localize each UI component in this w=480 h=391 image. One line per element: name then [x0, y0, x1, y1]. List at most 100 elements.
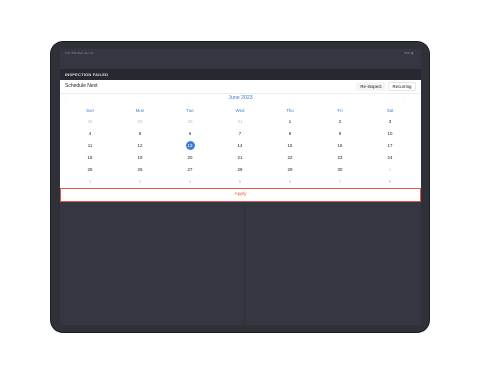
calendar-day-label: 3 [388, 119, 392, 124]
calendar-day-label: 27 [187, 167, 193, 172]
calendar-day[interactable]: 8 [370, 176, 410, 187]
calendar-day[interactable]: 13 [170, 140, 210, 151]
calendar-day-label: 1 [288, 119, 292, 124]
calendar-day-label: 8 [388, 179, 392, 184]
status-right: 56% ▮ [404, 51, 414, 55]
calendar-day[interactable]: 1 [270, 116, 310, 127]
calendar-day-label: 1 [388, 167, 392, 172]
calendar-day[interactable]: 2 [320, 116, 360, 127]
weekday-thu: Thu [286, 108, 294, 113]
calendar-day[interactable]: 27 [170, 164, 210, 175]
calendar-day[interactable]: 22 [270, 152, 310, 163]
calendar-day[interactable]: 30 [320, 164, 360, 175]
weekday-header: Sun Mon Tue Wed Thu Fri Sat [60, 105, 421, 116]
calendar-day[interactable]: 28 [70, 116, 110, 127]
reinspect-button[interactable]: Re-Inspect [356, 82, 386, 91]
calendar-day-label: 26 [137, 167, 143, 172]
calendar-day-label: 25 [87, 167, 93, 172]
calendar-day-label: 21 [237, 155, 243, 160]
calendar-day-label: 17 [387, 143, 393, 148]
calendar-day[interactable]: 17 [370, 140, 410, 151]
weekday-fri: Fri [337, 108, 343, 113]
calendar-day[interactable]: 16 [320, 140, 360, 151]
calendar-day[interactable]: 2 [70, 176, 110, 187]
calendar-day-label: 5 [238, 179, 242, 184]
calendar-day[interactable]: 25 [70, 164, 110, 175]
calendar-day[interactable]: 5 [220, 176, 260, 187]
calendar-day-label: 4 [88, 131, 92, 136]
calendar-day[interactable]: 28 [220, 164, 260, 175]
calendar-day[interactable]: 26 [120, 164, 160, 175]
calendar-week-row: 28 29 30 31 1 2 3 [60, 116, 421, 127]
calendar-day[interactable]: 19 [120, 152, 160, 163]
calendar-week-row: 18 19 20 21 22 23 24 [60, 152, 421, 163]
calendar-day[interactable]: 5 [120, 128, 160, 139]
schedule-toolbar: Schedule Next Re-Inspect Recurring [60, 80, 421, 94]
calendar-day-label: 24 [387, 155, 393, 160]
calendar-day[interactable]: 30 [170, 116, 210, 127]
calendar-day[interactable]: 20 [170, 152, 210, 163]
calendar-day[interactable]: 10 [370, 128, 410, 139]
calendar-day-label: 5 [138, 131, 142, 136]
apply-button[interactable]: Apply [60, 188, 421, 202]
weekday-sat: Sat [386, 108, 394, 113]
calendar-day-label: 3 [138, 179, 142, 184]
split-view-divider [244, 202, 245, 325]
calendar: ‹ June 2023 › Sun Mon Tue Wed Thu Fri Sa… [60, 94, 421, 187]
calendar-day[interactable]: 29 [120, 116, 160, 127]
calendar-day-label: 16 [337, 143, 343, 148]
calendar-day[interactable]: 21 [220, 152, 260, 163]
calendar-day-label: 30 [337, 167, 343, 172]
calendar-day-label: 7 [238, 131, 242, 136]
schedule-next-title: Schedule Next [65, 83, 98, 89]
calendar-day[interactable]: 7 [220, 128, 260, 139]
calendar-day-label: 31 [237, 119, 243, 124]
calendar-day-label: 18 [87, 155, 93, 160]
schedule-next-panel: Schedule Next Re-Inspect Recurring ‹ Jun… [60, 80, 421, 202]
calendar-day-label: 22 [287, 155, 293, 160]
calendar-day[interactable]: 3 [370, 116, 410, 127]
calendar-day[interactable]: 6 [270, 176, 310, 187]
calendar-day-label: 29 [287, 167, 293, 172]
calendar-day-label: 8 [288, 131, 292, 136]
calendar-day[interactable]: 15 [270, 140, 310, 151]
recurring-button[interactable]: Recurring [388, 82, 416, 91]
calendar-day[interactable]: 31 [220, 116, 260, 127]
calendar-day-label: 15 [287, 143, 293, 148]
calendar-day-label: 11 [87, 143, 93, 148]
calendar-day[interactable]: 7 [320, 176, 360, 187]
calendar-day[interactable]: 6 [170, 128, 210, 139]
calendar-day[interactable]: 11 [70, 140, 110, 151]
calendar-day-label: 6 [288, 179, 292, 184]
weekday-sun: Sun [86, 108, 94, 113]
chevron-right-icon[interactable]: › [403, 96, 404, 101]
calendar-day-label: 28 [237, 167, 243, 172]
calendar-day[interactable]: 14 [220, 140, 260, 151]
calendar-day[interactable]: 18 [70, 152, 110, 163]
calendar-day-label: 6 [188, 131, 192, 136]
status-left: 3:37 PM Wed Jun 13 [65, 51, 93, 55]
calendar-day[interactable]: 4 [170, 176, 210, 187]
calendar-day[interactable]: 8 [270, 128, 310, 139]
calendar-day[interactable]: 23 [320, 152, 360, 163]
calendar-week-row: 2 3 4 5 6 7 8 [60, 176, 421, 187]
calendar-week-row: 4 5 6 7 8 9 10 [60, 128, 421, 139]
status-bar: 3:37 PM Wed Jun 13 56% ▮ [60, 49, 421, 57]
calendar-week-row: 25 26 27 28 29 30 1 [60, 164, 421, 175]
calendar-day[interactable]: 29 [270, 164, 310, 175]
app-screen: 3:37 PM Wed Jun 13 56% ▮ INSPECTION FAIL… [60, 49, 421, 325]
calendar-day-label: 10 [387, 131, 393, 136]
calendar-day-label: 30 [187, 119, 193, 124]
calendar-day-label: 14 [237, 143, 243, 148]
month-navigation: ‹ June 2023 › [60, 94, 421, 103]
calendar-week-row: 11 12 13 14 15 16 17 [60, 140, 421, 151]
calendar-day-label: 29 [137, 119, 143, 124]
calendar-day[interactable]: 1 [370, 164, 410, 175]
weekday-mon: Mon [135, 108, 145, 113]
calendar-day[interactable]: 24 [370, 152, 410, 163]
calendar-day-label: 13 [185, 141, 195, 150]
calendar-day[interactable]: 3 [120, 176, 160, 187]
calendar-day[interactable]: 12 [120, 140, 160, 151]
calendar-day[interactable]: 9 [320, 128, 360, 139]
calendar-day[interactable]: 4 [70, 128, 110, 139]
